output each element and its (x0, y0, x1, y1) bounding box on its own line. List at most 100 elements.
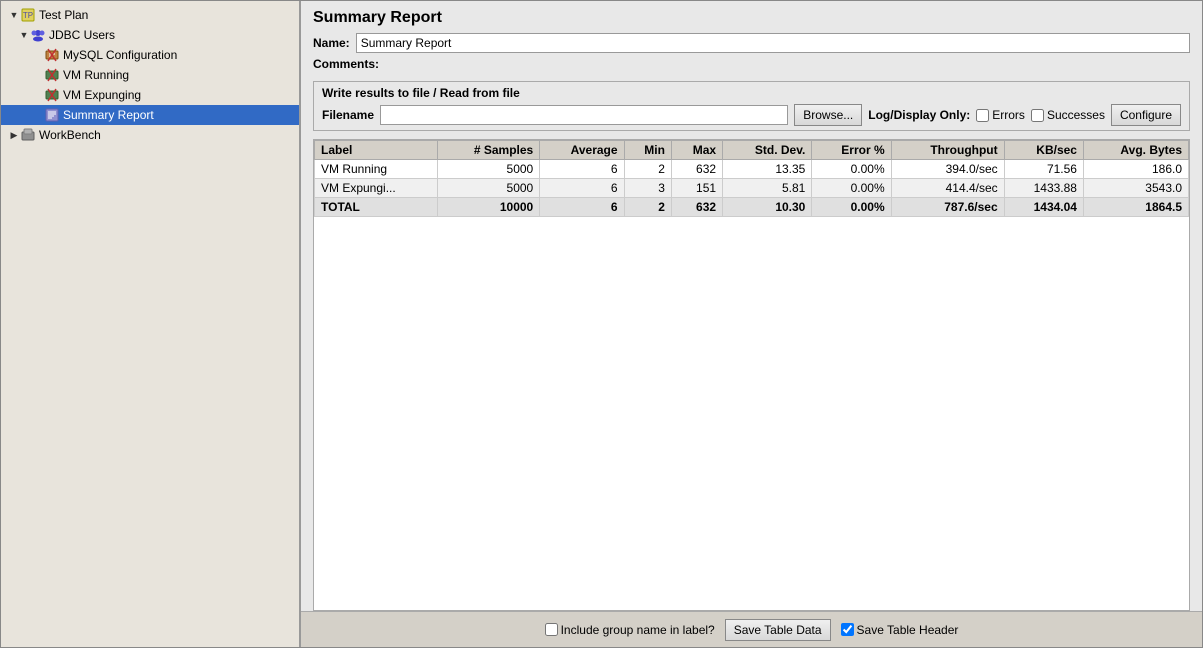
sidebar-item-workbench[interactable]: ▶ WorkBench (1, 125, 299, 145)
workbench-icon (20, 127, 36, 143)
save-table-header-checkbox-group[interactable]: Save Table Header (841, 623, 959, 637)
table-cell: 6 (540, 179, 624, 198)
expand-arrow-workbench[interactable]: ▶ (9, 130, 19, 140)
results-table-container: Label # Samples Average Min Max Std. Dev… (313, 139, 1190, 611)
svg-text:TP: TP (23, 11, 33, 20)
table-cell: VM Running (315, 160, 438, 179)
table-cell: 2 (624, 198, 671, 217)
expand-arrow-vm-expunging: ▶ (33, 90, 43, 100)
file-section-title: Write results to file / Read from file (322, 86, 1181, 100)
table-cell: 3 (624, 179, 671, 198)
table-cell: VM Expungi... (315, 179, 438, 198)
name-label: Name: (313, 36, 350, 50)
table-cell: 5.81 (723, 179, 812, 198)
table-cell: 0.00% (812, 160, 891, 179)
sidebar-item-vm-running[interactable]: ▶ VM Running (1, 65, 299, 85)
mysql-config-icon (44, 47, 60, 63)
browse-button[interactable]: Browse... (794, 104, 862, 126)
include-group-checkbox[interactable] (545, 623, 558, 636)
save-table-header-checkbox[interactable] (841, 623, 854, 636)
expand-arrow-testplan[interactable]: ▼ (9, 10, 19, 20)
jdbc-users-icon (30, 27, 46, 43)
filename-input[interactable] (380, 105, 788, 125)
table-cell: 787.6/sec (891, 198, 1004, 217)
table-cell: 0.00% (812, 198, 891, 217)
col-std-dev: Std. Dev. (723, 141, 812, 160)
include-group-checkbox-group[interactable]: Include group name in label? (545, 623, 715, 637)
expand-arrow-summary: ▶ (33, 110, 43, 120)
expand-arrow-jdbc[interactable]: ▼ (19, 30, 29, 40)
table-cell: TOTAL (315, 198, 438, 217)
col-avg-bytes: Avg. Bytes (1083, 141, 1188, 160)
errors-checkbox-group[interactable]: Errors (976, 108, 1025, 122)
successes-label: Successes (1047, 108, 1105, 122)
table-cell: 71.56 (1004, 160, 1083, 179)
testplan-icon: TP (20, 7, 36, 23)
sidebar-item-mysql-config[interactable]: ▶ MySQL Configuration (1, 45, 299, 65)
sidebar-item-label-workbench: WorkBench (39, 128, 101, 142)
table-cell: 1434.04 (1004, 198, 1083, 217)
table-row: VM Running50006263213.350.00%394.0/sec71… (315, 160, 1189, 179)
filename-label: Filename (322, 108, 374, 122)
save-table-data-button[interactable]: Save Table Data (725, 619, 831, 641)
table-row: VM Expungi...5000631515.810.00%414.4/sec… (315, 179, 1189, 198)
name-input[interactable] (356, 33, 1190, 53)
vm-expunging-icon (44, 87, 60, 103)
table-cell: 186.0 (1083, 160, 1188, 179)
comments-label: Comments: (313, 57, 379, 71)
errors-label: Errors (992, 108, 1025, 122)
sidebar-item-label-summary-report: Summary Report (63, 108, 154, 122)
name-section: Name: Comments: (301, 31, 1202, 79)
page-title: Summary Report (301, 1, 1202, 31)
errors-checkbox[interactable] (976, 109, 989, 122)
col-max: Max (671, 141, 722, 160)
sidebar-item-label-vm-expunging: VM Expunging (63, 88, 141, 102)
sidebar-item-vm-expunging[interactable]: ▶ VM Expunging (1, 85, 299, 105)
expand-arrow-mysql: ▶ (33, 50, 43, 60)
table-cell: 6 (540, 160, 624, 179)
sidebar-item-label-test-plan: Test Plan (39, 8, 88, 22)
table-cell: 13.35 (723, 160, 812, 179)
col-throughput: Throughput (891, 141, 1004, 160)
table-header-row: Label # Samples Average Min Max Std. Dev… (315, 141, 1189, 160)
col-min: Min (624, 141, 671, 160)
log-display-label: Log/Display Only: (868, 108, 970, 122)
table-cell: 414.4/sec (891, 179, 1004, 198)
configure-button[interactable]: Configure (1111, 104, 1181, 126)
col-samples: # Samples (438, 141, 540, 160)
table-cell: 394.0/sec (891, 160, 1004, 179)
table-cell: 0.00% (812, 179, 891, 198)
table-cell: 632 (671, 160, 722, 179)
sidebar-item-label-vm-running: VM Running (63, 68, 129, 82)
table-cell: 5000 (438, 160, 540, 179)
main-content: Summary Report Name: Comments: Write res… (301, 1, 1202, 647)
file-row: Filename Browse... Log/Display Only: Err… (322, 104, 1181, 126)
table-cell: 10.30 (723, 198, 812, 217)
table-cell: 10000 (438, 198, 540, 217)
vm-running-icon (44, 67, 60, 83)
table-cell: 151 (671, 179, 722, 198)
sidebar-item-test-plan[interactable]: ▼ TP Test Plan (1, 5, 299, 25)
successes-checkbox[interactable] (1031, 109, 1044, 122)
table-cell: 632 (671, 198, 722, 217)
expand-arrow-vm-running: ▶ (33, 70, 43, 80)
sidebar-item-jdbc-users[interactable]: ▼ JDBC Users (1, 25, 299, 45)
summary-report-icon (44, 107, 60, 123)
table-body: VM Running50006263213.350.00%394.0/sec71… (315, 160, 1189, 217)
col-kb-sec: KB/sec (1004, 141, 1083, 160)
table-cell: 1433.88 (1004, 179, 1083, 198)
sidebar-item-label-jdbc-users: JDBC Users (49, 28, 115, 42)
results-table: Label # Samples Average Min Max Std. Dev… (314, 140, 1189, 217)
sidebar-item-summary-report[interactable]: ▶ Summary Report (1, 105, 299, 125)
footer: Include group name in label? Save Table … (301, 611, 1202, 647)
file-section: Write results to file / Read from file F… (313, 81, 1190, 131)
include-group-label: Include group name in label? (561, 623, 715, 637)
table-row: TOTAL100006263210.300.00%787.6/sec1434.0… (315, 198, 1189, 217)
successes-checkbox-group[interactable]: Successes (1031, 108, 1105, 122)
save-table-header-label: Save Table Header (857, 623, 959, 637)
table-cell: 6 (540, 198, 624, 217)
col-label: Label (315, 141, 438, 160)
table-cell: 2 (624, 160, 671, 179)
table-cell: 1864.5 (1083, 198, 1188, 217)
table-cell: 5000 (438, 179, 540, 198)
